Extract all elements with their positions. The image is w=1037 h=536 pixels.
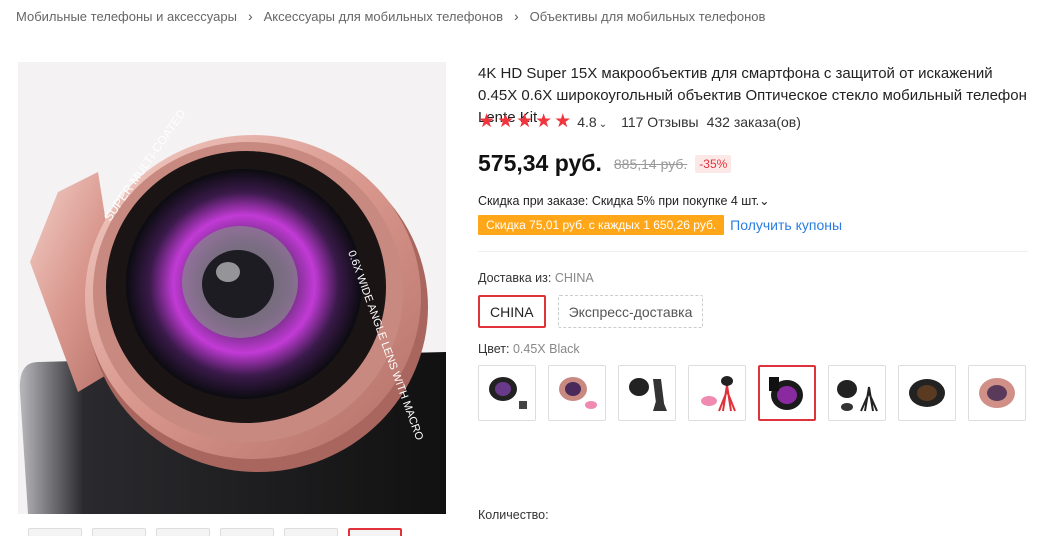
breadcrumb-item-lenses[interactable]: Объективы для мобильных телефонов bbox=[530, 9, 766, 24]
thumbnail[interactable] bbox=[156, 528, 210, 536]
coupon-badge: Скидка 75,01 руб. с каждых 1 650,26 руб. bbox=[478, 215, 725, 235]
rating-value[interactable]: 4.8 ⌄ bbox=[577, 114, 607, 130]
breadcrumb-item-phones[interactable]: Мобильные телефоны и аксессуары bbox=[16, 9, 237, 24]
color-swatch[interactable] bbox=[688, 365, 746, 421]
shipping-from-label: Доставка из: CHINA bbox=[478, 271, 594, 285]
thumbnail[interactable] bbox=[284, 528, 338, 536]
shipping-option-china[interactable]: CHINA bbox=[478, 295, 546, 328]
thumbnail[interactable] bbox=[220, 528, 274, 536]
price-row: 575,34 руб. 885,14 руб. -35% bbox=[478, 150, 732, 177]
rating-row: ★ ★ ★ ★ ★ 4.8 ⌄ 117 Отзывы 432 заказа(ов) bbox=[478, 112, 801, 132]
old-price: 885,14 руб. bbox=[613, 155, 688, 172]
quantity-label: Количество: bbox=[478, 508, 549, 522]
chevron-down-icon: ⌄ bbox=[598, 119, 608, 130]
thumbnail[interactable] bbox=[28, 528, 82, 536]
color-swatch[interactable] bbox=[898, 365, 956, 421]
get-coupons-link[interactable]: Получить купоны bbox=[730, 217, 842, 233]
rating-stars: ★ ★ ★ ★ ★ bbox=[478, 112, 571, 132]
discount-badge: -35% bbox=[695, 154, 732, 173]
color-value: 0.45X Black bbox=[512, 342, 580, 356]
color-swatch[interactable] bbox=[548, 365, 606, 421]
thumbnail[interactable] bbox=[92, 528, 146, 536]
shipping-option-express[interactable]: Экспресс-доставка bbox=[557, 295, 704, 328]
thumbnail-strip bbox=[28, 528, 402, 536]
reviews-count[interactable]: 117 Отзывы bbox=[621, 114, 699, 130]
color-swatch[interactable] bbox=[478, 365, 536, 421]
chevron-right-icon: › bbox=[513, 8, 519, 24]
chevron-right-icon: › bbox=[247, 8, 253, 24]
thumbnail-active[interactable] bbox=[348, 528, 402, 536]
breadcrumb-item-accessories[interactable]: Аксессуары для мобильных телефонов bbox=[264, 9, 503, 24]
order-discount-info[interactable]: Скидка при заказе: Скидка 5% при покупке… bbox=[478, 193, 770, 208]
color-label: Цвет: 0.45X Black bbox=[478, 342, 580, 356]
divider bbox=[478, 251, 1028, 252]
product-main-image[interactable]: SUPER MULTI-COATED 0.6X WIDE ANGLE LENS … bbox=[18, 62, 446, 514]
color-swatch[interactable] bbox=[618, 365, 676, 421]
color-swatch-selected[interactable] bbox=[758, 365, 816, 421]
color-swatch[interactable] bbox=[968, 365, 1026, 421]
star-icon: ★ bbox=[478, 111, 496, 132]
orders-count: 432 заказа(ов) bbox=[706, 114, 801, 130]
star-icon: ★ bbox=[535, 111, 553, 132]
color-swatch[interactable] bbox=[828, 365, 886, 421]
shipping-from-value: CHINA bbox=[554, 271, 594, 285]
breadcrumb: Мобильные телефоны и аксессуары › Аксесс… bbox=[16, 8, 765, 24]
color-swatches bbox=[478, 365, 1037, 421]
current-price: 575,34 руб. bbox=[478, 150, 602, 176]
star-icon: ★ bbox=[497, 111, 515, 132]
coupon-row: Скидка 75,01 руб. с каждых 1 650,26 руб.… bbox=[478, 215, 842, 235]
star-icon: ★ bbox=[554, 111, 572, 132]
star-icon: ★ bbox=[516, 111, 534, 132]
shipping-options: CHINA Экспресс-доставка bbox=[478, 295, 704, 328]
